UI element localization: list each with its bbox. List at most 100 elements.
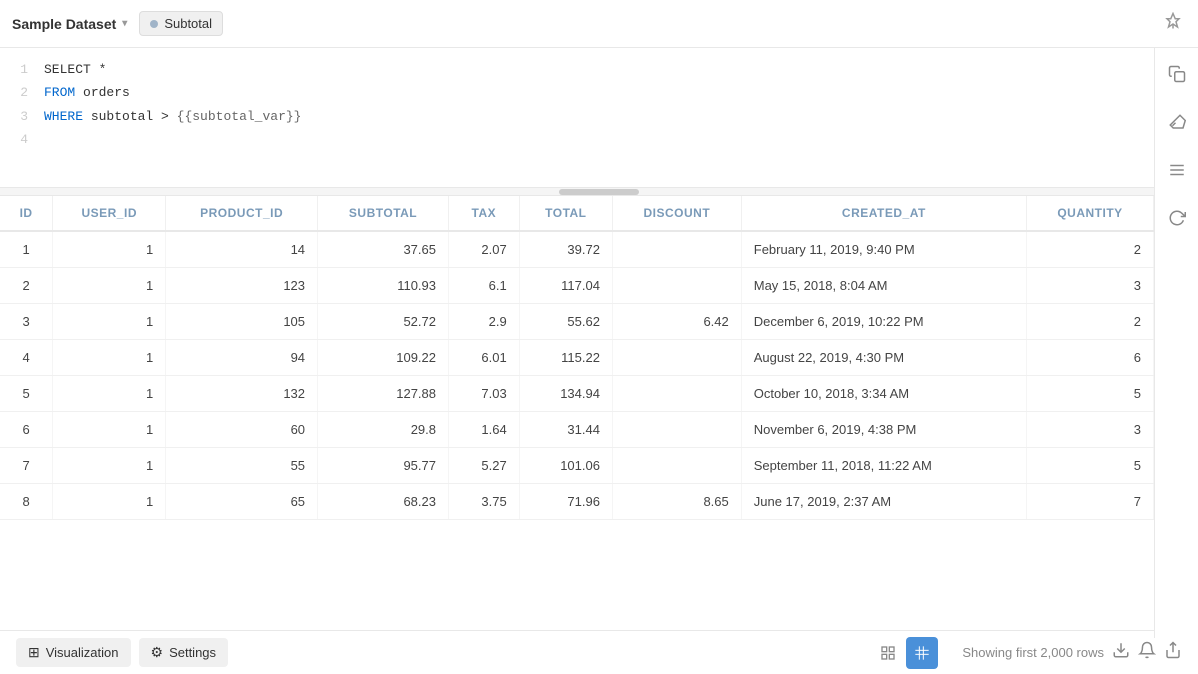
sql-select: SELECT * bbox=[44, 58, 106, 81]
sql-editor[interactable]: 1 SELECT * 2 FROM orders 3 WHERE subtota… bbox=[0, 48, 1198, 188]
table-cell: 5 bbox=[1027, 376, 1154, 412]
table-row: 3110552.722.955.626.42December 6, 2019, … bbox=[0, 304, 1154, 340]
pin-icon[interactable] bbox=[1164, 12, 1182, 35]
table-cell bbox=[612, 448, 741, 484]
table-row: 616029.81.6431.44November 6, 2019, 4:38 … bbox=[0, 412, 1154, 448]
table-cell: 5 bbox=[1027, 448, 1154, 484]
table-cell: 1 bbox=[53, 448, 166, 484]
table-cell: 60 bbox=[166, 412, 318, 448]
table-cell: 6 bbox=[1027, 340, 1154, 376]
table-cell bbox=[612, 412, 741, 448]
copy-icon[interactable] bbox=[1161, 58, 1193, 90]
table-row: 51132127.887.03134.94October 10, 2018, 3… bbox=[0, 376, 1154, 412]
table-cell: 8.65 bbox=[612, 484, 741, 520]
table-row: 21123110.936.1117.04May 15, 2018, 8:04 A… bbox=[0, 268, 1154, 304]
top-bar: Sample Dataset ▾ Subtotal bbox=[0, 0, 1198, 48]
table-cell: 101.06 bbox=[519, 448, 612, 484]
right-sidebar bbox=[1154, 48, 1198, 638]
variable-dot-icon bbox=[150, 20, 158, 28]
status-text: Showing first 2,000 rows bbox=[962, 645, 1104, 660]
table-cell: 6.1 bbox=[449, 268, 520, 304]
table-cell: 105 bbox=[166, 304, 318, 340]
col-header-created-at[interactable]: CREATED_AT bbox=[741, 196, 1026, 231]
table-cell: 6.01 bbox=[449, 340, 520, 376]
line-number: 1 bbox=[16, 58, 28, 81]
col-header-discount[interactable]: DISCOUNT bbox=[612, 196, 741, 231]
gear-icon: ⚙ bbox=[151, 644, 164, 661]
bottom-bar: ⊞ Visualization ⚙ Settings Showing first… bbox=[0, 630, 1198, 674]
table-cell bbox=[612, 268, 741, 304]
table-cell: 123 bbox=[166, 268, 318, 304]
table-cell: 2.07 bbox=[449, 231, 520, 268]
refresh-icon[interactable] bbox=[1161, 202, 1193, 234]
table-cell: 7 bbox=[1027, 484, 1154, 520]
table-cell: 132 bbox=[166, 376, 318, 412]
table-row: 4194109.226.01115.22August 22, 2019, 4:3… bbox=[0, 340, 1154, 376]
table-cell: 110.93 bbox=[318, 268, 449, 304]
table-cell: 55.62 bbox=[519, 304, 612, 340]
table-cell: 6 bbox=[0, 412, 53, 448]
sql-line-4: 4 bbox=[16, 128, 1182, 151]
table-cell: 134.94 bbox=[519, 376, 612, 412]
col-header-product-id[interactable]: PRODUCT_ID bbox=[166, 196, 318, 231]
data-table: ID USER_ID PRODUCT_ID SUBTOTAL TAX TOTAL… bbox=[0, 196, 1154, 520]
bell-icon[interactable] bbox=[1138, 641, 1156, 664]
table-view-button[interactable] bbox=[906, 637, 938, 669]
chevron-down-icon: ▾ bbox=[122, 18, 127, 29]
table-cell: 55 bbox=[166, 448, 318, 484]
col-header-quantity[interactable]: QUANTITY bbox=[1027, 196, 1154, 231]
scroll-indicator[interactable] bbox=[0, 188, 1198, 196]
table-cell: 109.22 bbox=[318, 340, 449, 376]
view-toggle bbox=[872, 637, 938, 669]
line-number: 3 bbox=[16, 105, 28, 128]
table-cell: 2 bbox=[1027, 304, 1154, 340]
table-cell bbox=[612, 376, 741, 412]
sql-empty bbox=[44, 128, 52, 151]
grid-view-button[interactable] bbox=[872, 637, 904, 669]
table-cell: 1 bbox=[53, 412, 166, 448]
variable-tag[interactable]: Subtotal bbox=[139, 11, 223, 36]
visualization-button[interactable]: ⊞ Visualization bbox=[16, 638, 131, 667]
table-cell: 2 bbox=[1027, 231, 1154, 268]
scroll-thumb[interactable] bbox=[559, 189, 639, 195]
visualization-label: Visualization bbox=[46, 645, 119, 660]
eraser-icon[interactable] bbox=[1161, 106, 1193, 138]
table-cell: 115.22 bbox=[519, 340, 612, 376]
table-cell: February 11, 2019, 9:40 PM bbox=[741, 231, 1026, 268]
col-header-user-id[interactable]: USER_ID bbox=[53, 196, 166, 231]
sql-line-1: 1 SELECT * bbox=[16, 58, 1182, 81]
table-cell: June 17, 2019, 2:37 AM bbox=[741, 484, 1026, 520]
table-cell: 71.96 bbox=[519, 484, 612, 520]
settings-button[interactable]: ⚙ Settings bbox=[139, 638, 229, 667]
table-cell: 3 bbox=[1027, 268, 1154, 304]
col-header-id[interactable]: ID bbox=[0, 196, 53, 231]
grid-icon: ⊞ bbox=[28, 644, 40, 661]
table-cell: 1.64 bbox=[449, 412, 520, 448]
table-cell bbox=[612, 340, 741, 376]
table-cell: 3 bbox=[1027, 412, 1154, 448]
table-cell: September 11, 2018, 11:22 AM bbox=[741, 448, 1026, 484]
table-cell: 1 bbox=[53, 231, 166, 268]
col-header-tax[interactable]: TAX bbox=[449, 196, 520, 231]
data-table-container[interactable]: ID USER_ID PRODUCT_ID SUBTOTAL TAX TOTAL… bbox=[0, 196, 1154, 630]
download-icon[interactable] bbox=[1112, 641, 1130, 664]
table-cell: 29.8 bbox=[318, 412, 449, 448]
table-cell: 3 bbox=[0, 304, 53, 340]
table-cell: 31.44 bbox=[519, 412, 612, 448]
line-number: 2 bbox=[16, 81, 28, 104]
sql-line-3: 3 WHERE subtotal > {{subtotal_var}} bbox=[16, 105, 1182, 128]
table-cell: 2.9 bbox=[449, 304, 520, 340]
col-header-total[interactable]: TOTAL bbox=[519, 196, 612, 231]
col-header-subtotal[interactable]: SUBTOTAL bbox=[318, 196, 449, 231]
table-cell: 1 bbox=[53, 376, 166, 412]
table-cell: 5 bbox=[0, 376, 53, 412]
table-header-row: ID USER_ID PRODUCT_ID SUBTOTAL TAX TOTAL… bbox=[0, 196, 1154, 231]
table-cell: 14 bbox=[166, 231, 318, 268]
dataset-selector[interactable]: Sample Dataset ▾ bbox=[12, 16, 127, 32]
table-cell: 4 bbox=[0, 340, 53, 376]
table-cell: 1 bbox=[53, 484, 166, 520]
table-cell: 1 bbox=[53, 268, 166, 304]
format-icon[interactable] bbox=[1161, 154, 1193, 186]
share-icon[interactable] bbox=[1164, 641, 1182, 664]
table-cell: 37.65 bbox=[318, 231, 449, 268]
